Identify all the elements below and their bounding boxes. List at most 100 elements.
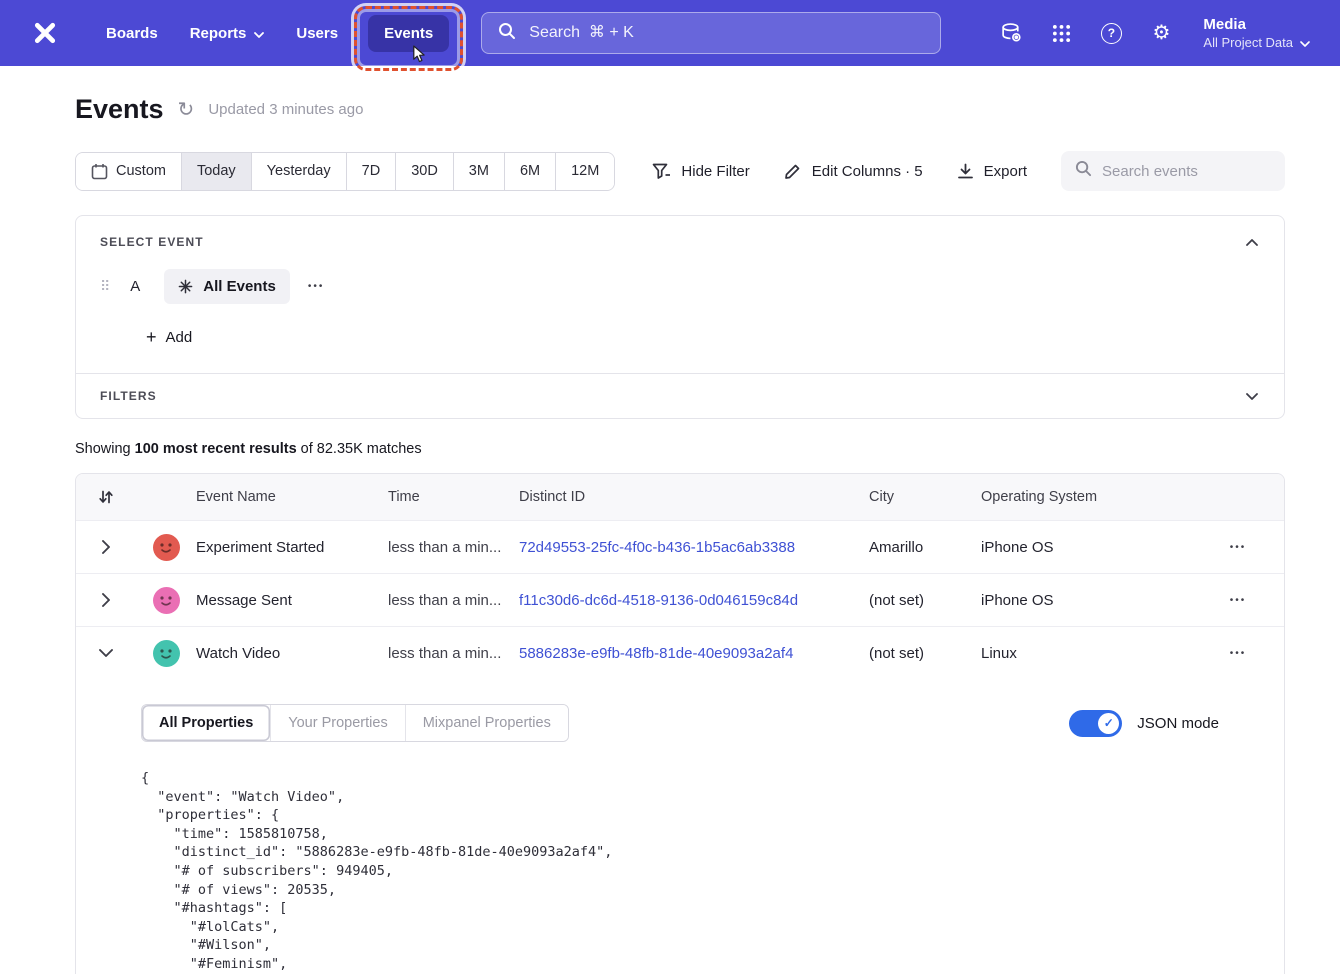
- city-cell: Amarillo: [869, 539, 981, 556]
- tab-all-properties[interactable]: All Properties: [142, 705, 270, 741]
- events-page: Events ↻ Updated 3 minutes ago Custom To…: [0, 94, 1340, 974]
- query-builder-card: SELECT EVENT ⠿ A All Events ••• + Add FI…: [75, 215, 1285, 419]
- project-switcher[interactable]: Media All Project Data: [1203, 16, 1310, 50]
- nav-item-boards[interactable]: Boards: [90, 15, 174, 52]
- events-table: Event Name Time Distinct ID City Operati…: [75, 473, 1285, 974]
- last-updated-text: Updated 3 minutes ago: [208, 101, 363, 118]
- row-more-button[interactable]: •••: [1230, 542, 1247, 553]
- user-avatar[interactable]: [153, 640, 180, 667]
- chevron-down-icon: [254, 25, 264, 42]
- city-cell: (not set): [869, 592, 981, 609]
- results-summary: Showing 100 most recent results of 82.35…: [75, 441, 1285, 457]
- json-mode-label: JSON mode: [1137, 715, 1219, 732]
- global-search-input[interactable]: [529, 24, 924, 42]
- search-events-input[interactable]: [1102, 163, 1301, 180]
- event-json-view: { "event": "Watch Video", "properties": …: [141, 769, 1219, 974]
- range-12m-button[interactable]: 12M: [555, 153, 614, 190]
- nav-item-events[interactable]: Events: [368, 15, 449, 52]
- search-icon: [498, 22, 516, 45]
- user-avatar[interactable]: [153, 587, 180, 614]
- range-custom-button[interactable]: Custom: [76, 153, 181, 190]
- drag-handle-icon[interactable]: ⠿: [100, 278, 110, 295]
- global-search[interactable]: [481, 12, 941, 54]
- add-event-button[interactable]: + Add: [146, 328, 192, 346]
- top-navbar: Boards Reports Users Events: [0, 0, 1340, 66]
- nav-events-label: Events: [384, 25, 433, 42]
- col-operating-system[interactable]: Operating System: [981, 489, 1192, 505]
- page-title: Events: [75, 94, 164, 125]
- event-row-letter: A: [130, 278, 140, 295]
- range-yesterday-button[interactable]: Yesterday: [251, 153, 346, 190]
- distinct-id-link[interactable]: 5886283e-e9fb-48fb-81de-40e9093a2af4: [519, 645, 869, 662]
- city-cell: (not set): [869, 645, 981, 662]
- range-7d-button[interactable]: 7D: [346, 153, 396, 190]
- filters-label: FILTERS: [100, 389, 157, 403]
- chevron-up-icon[interactable]: [1244, 237, 1260, 248]
- col-event-name[interactable]: Event Name: [196, 489, 388, 505]
- os-cell: Linux: [981, 645, 1192, 662]
- event-selector-chip[interactable]: All Events: [164, 269, 290, 304]
- data-management-icon[interactable]: [999, 21, 1023, 45]
- table-row-expanded: Watch Video less than a min... 5886283e-…: [76, 626, 1284, 679]
- help-icon[interactable]: ?: [1099, 21, 1123, 45]
- edit-columns-button[interactable]: Edit Columns · 5: [784, 162, 923, 180]
- range-30d-button[interactable]: 30D: [395, 153, 453, 190]
- nav-item-users[interactable]: Users: [280, 15, 354, 52]
- os-cell: iPhone OS: [981, 539, 1192, 556]
- event-query-row: ⠿ A All Events •••: [100, 269, 1260, 304]
- col-distinct-id[interactable]: Distinct ID: [519, 489, 869, 505]
- col-time[interactable]: Time: [388, 489, 519, 505]
- mixpanel-logo[interactable]: [30, 18, 60, 48]
- search-events-box[interactable]: [1061, 151, 1285, 191]
- table-row: Message Sent less than a min... f11c30d6…: [76, 573, 1284, 626]
- hide-filter-button[interactable]: Hide Filter: [652, 163, 749, 180]
- event-row-more-button[interactable]: •••: [308, 281, 325, 292]
- range-6m-button[interactable]: 6M: [504, 153, 555, 190]
- search-icon: [1075, 160, 1092, 182]
- nav-users-label: Users: [296, 25, 338, 42]
- event-name-cell: Watch Video: [196, 645, 388, 662]
- select-event-label: SELECT EVENT: [100, 235, 204, 249]
- expand-row-chevron-icon[interactable]: [98, 589, 114, 611]
- plus-icon: +: [146, 328, 157, 346]
- os-cell: iPhone OS: [981, 592, 1192, 609]
- tab-mixpanel-properties[interactable]: Mixpanel Properties: [405, 705, 568, 741]
- project-name: Media: [1203, 16, 1310, 33]
- row-more-button[interactable]: •••: [1230, 648, 1247, 659]
- col-city[interactable]: City: [869, 489, 981, 505]
- event-name-cell: Experiment Started: [196, 539, 388, 556]
- export-button[interactable]: Export: [957, 163, 1027, 180]
- date-range-picker: Custom Today Yesterday 7D 30D 3M 6M 12M: [75, 152, 615, 191]
- properties-tabs: All Properties Your Properties Mixpanel …: [141, 704, 569, 742]
- table-header-row: Event Name Time Distinct ID City Operati…: [76, 474, 1284, 520]
- settings-gear-icon[interactable]: ⚙: [1149, 21, 1173, 45]
- json-mode-toggle[interactable]: ✓: [1069, 710, 1122, 737]
- all-events-sparkle-icon: [178, 279, 193, 294]
- project-subtitle: All Project Data: [1203, 35, 1293, 50]
- toggle-check-icon: ✓: [1098, 713, 1119, 734]
- event-name-cell: Message Sent: [196, 592, 388, 609]
- filter-funnel-icon: [652, 163, 671, 180]
- distinct-id-link[interactable]: f11c30d6-dc6d-4518-9136-0d046159c84d: [519, 592, 869, 609]
- range-today-button[interactable]: Today: [181, 153, 251, 190]
- chevron-down-icon[interactable]: [1244, 391, 1260, 402]
- results-count: 100 most recent results: [135, 441, 297, 457]
- distinct-id-link[interactable]: 72d49553-25fc-4f0c-b436-1b5ac6ab3388: [519, 539, 869, 556]
- download-icon: [957, 163, 974, 180]
- help-question-glyph: ?: [1101, 23, 1122, 44]
- collapse-all-icon[interactable]: [99, 489, 113, 505]
- range-3m-button[interactable]: 3M: [453, 153, 504, 190]
- apps-grid-icon[interactable]: [1049, 21, 1073, 45]
- collapse-row-chevron-icon[interactable]: [95, 645, 117, 661]
- nav-reports-label: Reports: [190, 25, 247, 42]
- user-avatar[interactable]: [153, 534, 180, 561]
- refresh-icon[interactable]: ↻: [178, 97, 195, 122]
- row-more-button[interactable]: •••: [1230, 595, 1247, 606]
- tab-your-properties[interactable]: Your Properties: [270, 705, 404, 741]
- time-cell: less than a min...: [388, 539, 519, 556]
- calendar-icon: [91, 163, 108, 180]
- nav-item-reports[interactable]: Reports: [174, 15, 281, 52]
- filters-section: FILTERS: [76, 374, 1284, 418]
- pencil-icon: [784, 162, 802, 180]
- expand-row-chevron-icon[interactable]: [98, 536, 114, 558]
